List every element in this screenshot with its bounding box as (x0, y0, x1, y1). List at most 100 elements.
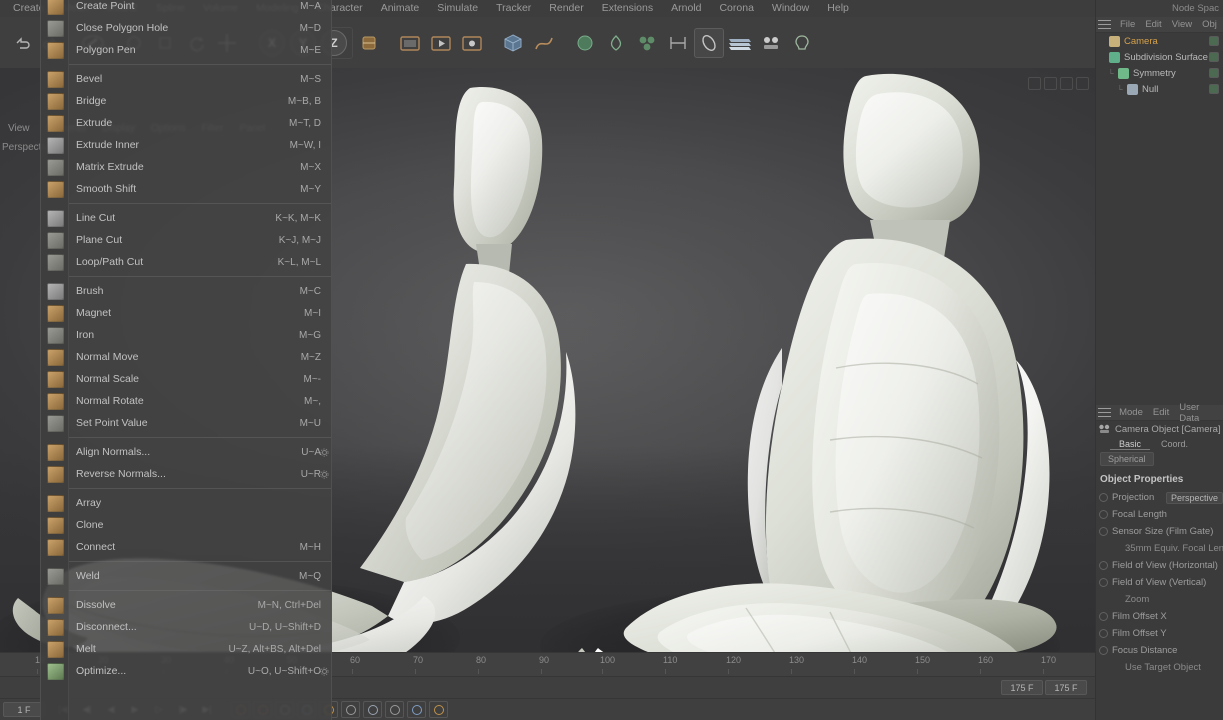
attribute-tabs[interactable]: Basic Coord. (1096, 437, 1223, 451)
menu-item-magnet[interactable]: Magnet M~I (41, 302, 331, 324)
viewport-navigation-gizmos[interactable] (1017, 72, 1089, 94)
current-frame-field[interactable]: 1 F (3, 702, 45, 717)
menu-item-matrix-extrude[interactable]: Matrix Extrude M~X (41, 156, 331, 178)
attribute-menu-mode[interactable]: Mode (1115, 407, 1147, 418)
menubar-item-corona[interactable]: Corona (710, 0, 762, 17)
attribute-row-35mm-equiv-focal-length[interactable]: 35mm Equiv. Focal Length (1096, 540, 1223, 557)
tab-basic[interactable]: Basic (1110, 439, 1151, 450)
attribute-row-focus-distance[interactable]: Focus Distance (1096, 642, 1223, 659)
add-deformer-icon[interactable] (601, 28, 631, 58)
point-level-anim-button[interactable] (385, 701, 404, 718)
menu-item-disconnect[interactable]: Disconnect... U~D, U~Shift+D (41, 616, 331, 638)
menu-item-reverse-normals[interactable]: Reverse Normals... U~R (41, 463, 331, 485)
animate-track-icon[interactable] (1099, 629, 1108, 638)
viewport-move-gizmo-icon[interactable] (1028, 76, 1041, 90)
add-mograph-icon[interactable] (632, 28, 662, 58)
viewport-maximize-gizmo-icon[interactable] (1076, 76, 1089, 90)
object-row-null[interactable]: └ Null (1096, 81, 1223, 97)
viewport-rotate-gizmo-icon[interactable] (1060, 76, 1073, 90)
object-row-camera[interactable]: Camera (1096, 33, 1223, 49)
menu-item-loop-path-cut[interactable]: Loop/Path Cut K~L, M~L (41, 251, 331, 273)
animate-track-icon[interactable] (1099, 510, 1108, 519)
menu-item-normal-move[interactable]: Normal Move M~Z (41, 346, 331, 368)
animate-track-icon[interactable] (1099, 646, 1108, 655)
expand-toggle-icon[interactable]: └ (1117, 85, 1127, 94)
attribute-manager-menu[interactable]: Mode Edit User Data (1096, 402, 1223, 424)
menu-item-bridge[interactable]: Bridge M~B, B (41, 90, 331, 112)
object-manager-menu[interactable]: File Edit View Obj (1096, 17, 1223, 33)
menu-item-normal-rotate[interactable]: Normal Rotate M~, (41, 390, 331, 412)
animation-mode-button[interactable] (407, 701, 426, 718)
workplane-icon[interactable] (694, 27, 724, 58)
menu-item-align-normals[interactable]: Align Normals... U~A (41, 441, 331, 463)
menu-item-connect[interactable]: Connect M~H (41, 536, 331, 558)
menubar-item-extensions[interactable]: Extensions (593, 0, 662, 17)
add-cube-icon[interactable] (498, 28, 528, 58)
timeline-button[interactable] (429, 701, 448, 718)
render-settings-icon[interactable] (457, 28, 487, 58)
attribute-row-film-offset-x[interactable]: Film Offset X (1096, 608, 1223, 625)
menu-item-extrude-inner[interactable]: Extrude Inner M~W, I (41, 134, 331, 156)
menu-item-melt[interactable]: Melt U~Z, Alt+BS, Alt+Del (41, 638, 331, 660)
attribute-row-sensor-size-film-gate-[interactable]: Sensor Size (Film Gate) (1096, 523, 1223, 540)
menubar-item-tracker[interactable]: Tracker (487, 0, 540, 17)
menu-item-extrude[interactable]: Extrude M~T, D (41, 112, 331, 134)
materials-icon[interactable] (756, 28, 786, 58)
light-icon[interactable] (787, 28, 817, 58)
menu-item-polygon-pen[interactable]: Polygon Pen M~E (41, 39, 331, 61)
layers-icon[interactable] (725, 28, 755, 58)
menu-item-array[interactable]: Array (41, 492, 331, 514)
menubar-item-window[interactable]: Window (763, 0, 818, 17)
attribute-row-focal-length[interactable]: Focal Length (1096, 506, 1223, 523)
attribute-rows[interactable]: Projection Perspective Focal Length Sensor … (1096, 489, 1223, 676)
menubar-item-help[interactable]: Help (818, 0, 858, 17)
viewport-menu-view[interactable]: View (0, 123, 38, 137)
parameter-key-button[interactable] (363, 701, 382, 718)
animate-track-icon[interactable] (1099, 493, 1108, 502)
hamburger-icon[interactable] (1098, 19, 1111, 30)
gear-icon[interactable] (320, 448, 329, 457)
menu-item-bevel[interactable]: Bevel M~S (41, 68, 331, 90)
menu-item-clone[interactable]: Clone (41, 514, 331, 536)
menu-item-smooth-shift[interactable]: Smooth Shift M~Y (41, 178, 331, 200)
gear-icon[interactable] (320, 470, 329, 479)
object-tag-icon[interactable] (1209, 84, 1219, 94)
menu-item-set-point-value[interactable]: Set Point Value M~U (41, 412, 331, 434)
object-tag-icon[interactable] (1209, 52, 1219, 62)
snap-icon[interactable] (663, 28, 693, 58)
add-generator-icon[interactable] (570, 28, 600, 58)
attribute-menu-user-data[interactable]: User Data (1175, 402, 1223, 424)
menu-item-weld[interactable]: Weld M~Q (41, 565, 331, 587)
gear-icon[interactable] (320, 667, 329, 676)
attribute-manager[interactable]: Mode Edit User Data Camera Object [Camer… (1096, 402, 1223, 720)
viewport-scale-gizmo-icon[interactable] (1044, 76, 1057, 90)
object-row-symmetry[interactable]: └ Symmetry (1096, 65, 1223, 81)
menu-item-normal-scale[interactable]: Normal Scale M~- (41, 368, 331, 390)
menu-item-iron[interactable]: Iron M~G (41, 324, 331, 346)
object-manager-menu-objects[interactable]: Obj (1198, 19, 1221, 30)
menubar-item-render[interactable]: Render (540, 0, 592, 17)
tab-spherical[interactable]: Spherical (1100, 452, 1154, 466)
menubar-item-simulate[interactable]: Simulate (428, 0, 487, 17)
frame-end-field[interactable]: 175 F (1045, 680, 1087, 695)
menu-item-brush[interactable]: Brush M~C (41, 280, 331, 302)
object-manager-menu-file[interactable]: File (1116, 19, 1139, 30)
attribute-row-projection[interactable]: Projection Perspective (1096, 489, 1223, 506)
object-manager[interactable]: Camera Subdivision Surface └ Symmetry └ Null (1096, 33, 1223, 418)
menu-item-plane-cut[interactable]: Plane Cut K~J, M~J (41, 229, 331, 251)
object-manager-menu-view[interactable]: View (1168, 19, 1196, 30)
attribute-tabs-row2[interactable]: Spherical (1096, 451, 1223, 467)
mesh-dropdown-menu[interactable]: Create Point M~A Close Polygon Hole M~D Poly… (40, 0, 332, 720)
menubar-item-arnold[interactable]: Arnold (662, 0, 710, 17)
frame-start-field[interactable]: 175 F (1001, 680, 1043, 695)
menubar-item-animate[interactable]: Animate (372, 0, 429, 17)
object-tag-icon[interactable] (1209, 36, 1219, 46)
tab-coord[interactable]: Coord. (1152, 439, 1197, 449)
attribute-row-use-target-object[interactable]: Use Target Object (1096, 659, 1223, 676)
object-manager-menu-edit[interactable]: Edit (1141, 19, 1165, 30)
attribute-row-field-of-view-horizontal-[interactable]: Field of View (Horizontal) (1096, 557, 1223, 574)
add-spline-icon[interactable] (529, 28, 559, 58)
attribute-row-field-of-view-vertical-[interactable]: Field of View (Vertical) (1096, 574, 1223, 591)
undo-icon[interactable] (6, 28, 36, 58)
hamburger-icon[interactable] (1098, 407, 1111, 418)
